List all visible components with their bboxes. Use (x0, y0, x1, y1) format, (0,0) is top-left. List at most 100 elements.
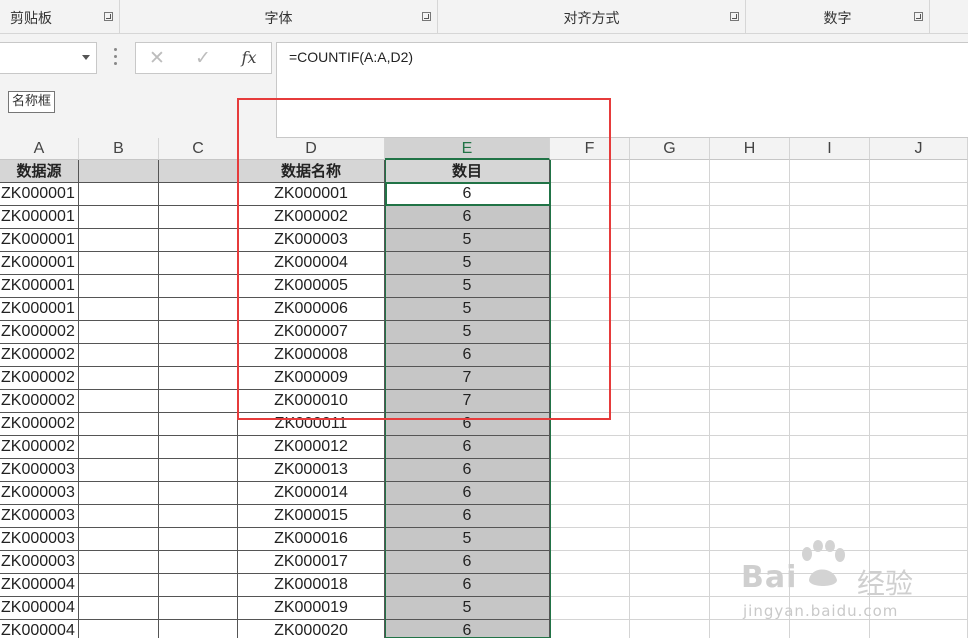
cell-e[interactable]: 7 (385, 390, 550, 413)
cell-g[interactable] (630, 574, 710, 597)
cell-h[interactable] (710, 482, 790, 505)
cell-g[interactable] (630, 229, 710, 252)
cell-e[interactable]: 6 (385, 436, 550, 459)
cell-e[interactable]: 5 (385, 298, 550, 321)
cell-i[interactable] (790, 321, 870, 344)
cell-g[interactable] (630, 344, 710, 367)
cell-i[interactable] (790, 229, 870, 252)
column-header-b[interactable]: B (79, 138, 159, 160)
cell-g[interactable] (630, 367, 710, 390)
cell-j[interactable] (870, 413, 968, 436)
cell-d[interactable]: ZK000017 (238, 551, 385, 574)
cell-i[interactable] (790, 367, 870, 390)
header-cell-e[interactable]: 数目 (385, 160, 550, 183)
cell-i[interactable] (790, 298, 870, 321)
cell-g[interactable] (630, 252, 710, 275)
cell-b[interactable] (79, 344, 159, 367)
cell-b[interactable] (79, 206, 159, 229)
cell-f[interactable] (550, 620, 630, 638)
cell-f[interactable] (550, 298, 630, 321)
cell-c[interactable] (159, 413, 238, 436)
cell-g[interactable] (630, 413, 710, 436)
cell-e[interactable]: 6 (385, 459, 550, 482)
cell-h[interactable] (710, 505, 790, 528)
cell-a[interactable]: ZK000002 (0, 436, 79, 459)
cell-b[interactable] (79, 252, 159, 275)
cell-d[interactable]: ZK000011 (238, 413, 385, 436)
cell-e[interactable]: 6 (385, 413, 550, 436)
cell-c[interactable] (159, 321, 238, 344)
cell-a[interactable]: ZK000001 (0, 252, 79, 275)
cell-f[interactable] (550, 413, 630, 436)
header-cell-c[interactable] (159, 160, 238, 183)
cell-e[interactable]: 5 (385, 528, 550, 551)
cell-a[interactable]: ZK000001 (0, 183, 79, 206)
cell-i[interactable] (790, 275, 870, 298)
dialog-launcher-icon[interactable] (104, 12, 113, 21)
cell-g[interactable] (630, 459, 710, 482)
cell-f[interactable] (550, 551, 630, 574)
cell-g[interactable] (630, 436, 710, 459)
cell-a[interactable]: ZK000003 (0, 528, 79, 551)
cell-a[interactable]: ZK000001 (0, 298, 79, 321)
cell-h[interactable] (710, 183, 790, 206)
cell-a[interactable]: ZK000001 (0, 206, 79, 229)
cell-c[interactable] (159, 390, 238, 413)
cell-b[interactable] (79, 597, 159, 620)
cell-h[interactable] (710, 275, 790, 298)
cell-e[interactable]: 5 (385, 252, 550, 275)
cell-j[interactable] (870, 252, 968, 275)
cell-b[interactable] (79, 436, 159, 459)
cell-f[interactable] (550, 528, 630, 551)
cell-i[interactable] (790, 436, 870, 459)
cell-g[interactable] (630, 620, 710, 638)
cell-a[interactable]: ZK000004 (0, 574, 79, 597)
cell-f[interactable] (550, 275, 630, 298)
cell-f[interactable] (550, 390, 630, 413)
cell-e[interactable]: 6 (385, 183, 550, 206)
cell-a[interactable]: ZK000004 (0, 620, 79, 638)
column-header-f[interactable]: F (550, 138, 630, 160)
cell-b[interactable] (79, 528, 159, 551)
column-header-j[interactable]: J (870, 138, 968, 160)
column-header-i[interactable]: I (790, 138, 870, 160)
dialog-launcher-icon[interactable] (422, 12, 431, 21)
cell-d[interactable]: ZK000008 (238, 344, 385, 367)
cell-a[interactable]: ZK000002 (0, 390, 79, 413)
cell-g[interactable] (630, 551, 710, 574)
dialog-launcher-icon[interactable] (730, 12, 739, 21)
cell-c[interactable] (159, 252, 238, 275)
cell-f[interactable] (550, 321, 630, 344)
cell-i[interactable] (790, 344, 870, 367)
cell-d[interactable]: ZK000018 (238, 574, 385, 597)
cell-a[interactable]: ZK000002 (0, 321, 79, 344)
cell-a[interactable]: ZK000001 (0, 229, 79, 252)
cell-f[interactable] (550, 367, 630, 390)
cell-i[interactable] (790, 505, 870, 528)
cell-c[interactable] (159, 597, 238, 620)
cell-d[interactable]: ZK000009 (238, 367, 385, 390)
cell-h[interactable] (710, 367, 790, 390)
cell-f[interactable] (550, 574, 630, 597)
cell-i[interactable] (790, 390, 870, 413)
cell-a[interactable]: ZK000002 (0, 344, 79, 367)
cell-j[interactable] (870, 344, 968, 367)
cell-e[interactable]: 5 (385, 321, 550, 344)
cell-b[interactable] (79, 413, 159, 436)
cell-e[interactable]: 6 (385, 505, 550, 528)
cell-d[interactable]: ZK000003 (238, 229, 385, 252)
cell-j[interactable] (870, 206, 968, 229)
cell-d[interactable]: ZK000002 (238, 206, 385, 229)
cell-f[interactable] (550, 206, 630, 229)
cell-f[interactable] (550, 436, 630, 459)
cell-c[interactable] (159, 620, 238, 638)
cell-d[interactable]: ZK000019 (238, 597, 385, 620)
cell-j[interactable] (870, 436, 968, 459)
cell-e[interactable]: 5 (385, 597, 550, 620)
cell-g[interactable] (630, 482, 710, 505)
cell-g[interactable] (630, 528, 710, 551)
header-cell-b[interactable] (79, 160, 159, 183)
cell-b[interactable] (79, 275, 159, 298)
cell-d[interactable]: ZK000016 (238, 528, 385, 551)
cell-c[interactable] (159, 574, 238, 597)
